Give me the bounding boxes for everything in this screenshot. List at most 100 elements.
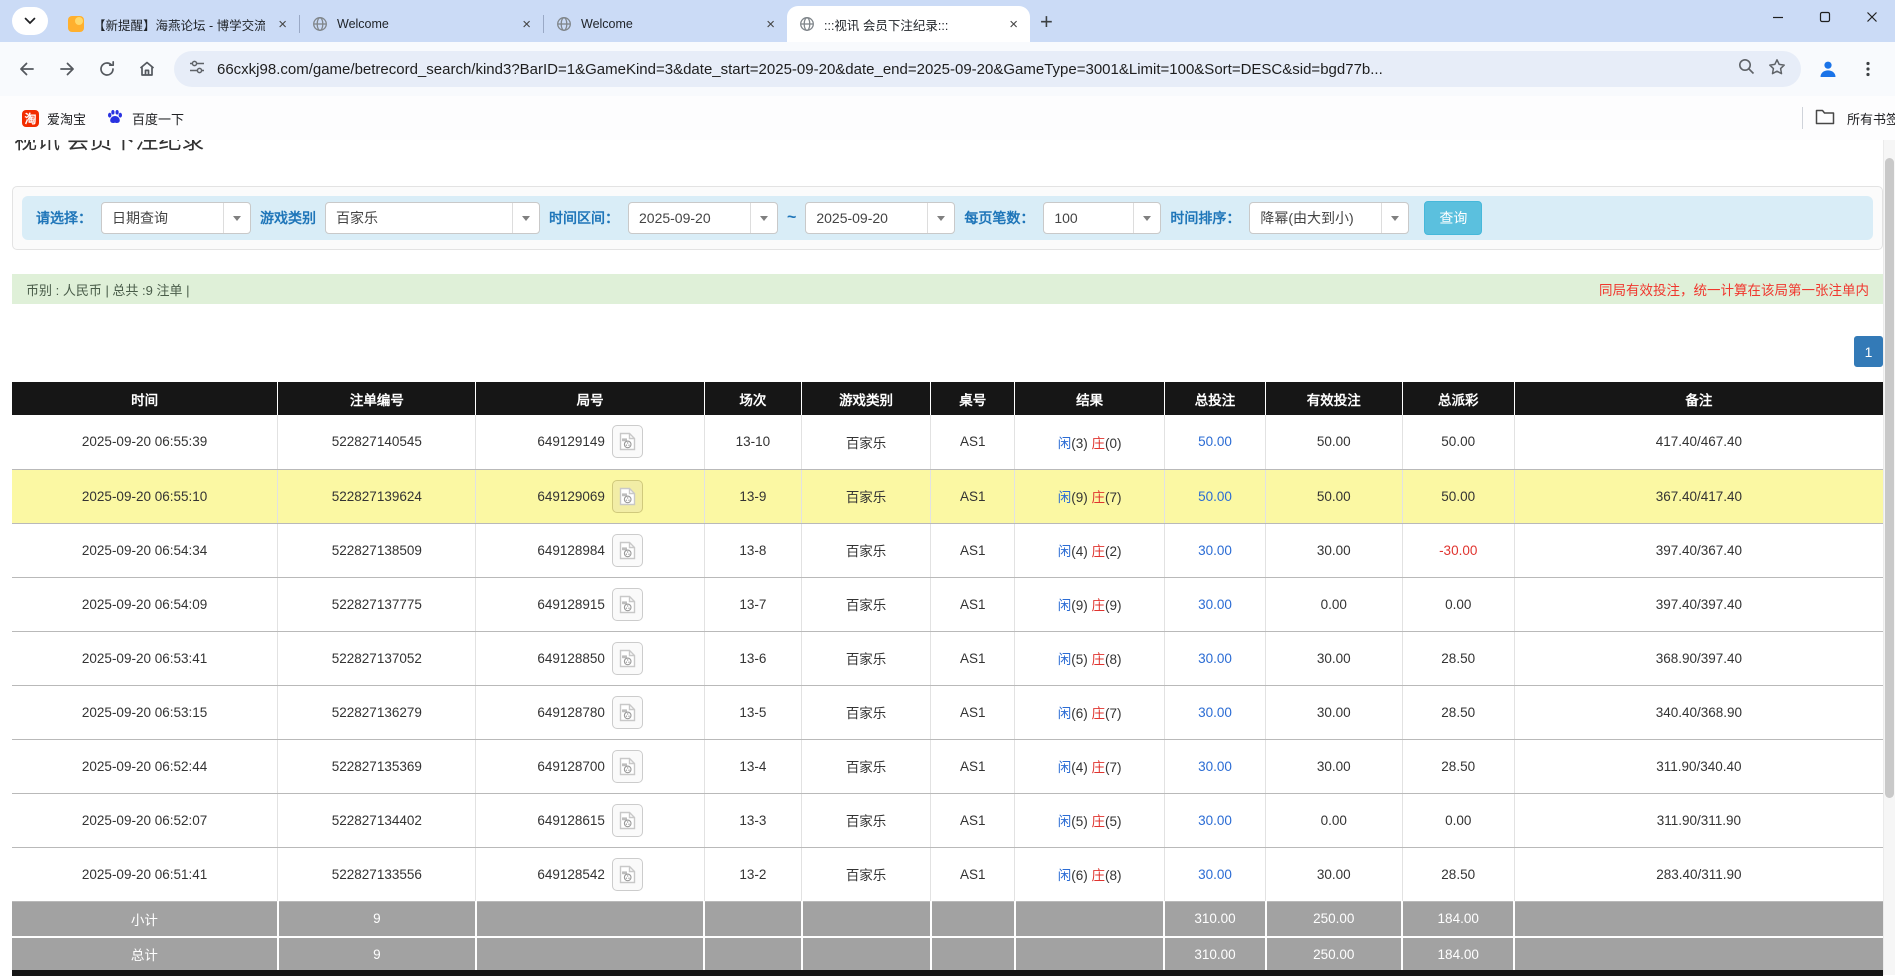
cell-session: 13-6 <box>704 631 801 685</box>
banker-label: 庄 <box>1092 760 1106 775</box>
banker-label: 庄 <box>1092 544 1106 559</box>
total-bet-link[interactable]: 50.00 <box>1198 434 1232 449</box>
close-icon[interactable]: × <box>274 16 291 33</box>
video-icon-button[interactable] <box>612 534 643 567</box>
bookmark-item[interactable]: 淘爱淘宝 <box>12 108 96 129</box>
player-points: (6) <box>1071 706 1091 721</box>
cell-time: 2025-09-20 06:52:07 <box>12 793 278 847</box>
chevron-down-icon <box>24 12 36 30</box>
video-icon-button[interactable] <box>612 480 643 513</box>
tab-title: Welcome <box>337 17 509 31</box>
back-button[interactable] <box>8 50 46 88</box>
total-bet-link[interactable]: 30.00 <box>1198 597 1232 612</box>
home-button[interactable] <box>128 50 166 88</box>
date-start-select[interactable]: 2025-09-20 <box>628 202 778 234</box>
total-bet-link[interactable]: 50.00 <box>1198 489 1232 504</box>
banker-label: 庄 <box>1092 436 1106 451</box>
video-icon-button[interactable] <box>612 804 643 837</box>
cell-time: 2025-09-20 06:51:41 <box>12 847 278 901</box>
total-bet-link[interactable]: 30.00 <box>1198 867 1232 882</box>
minimize-button[interactable] <box>1754 0 1801 34</box>
video-icon-button[interactable] <box>612 425 643 458</box>
all-bookmarks-label[interactable]: 所有书签 <box>1847 109 1895 128</box>
cell-result: 闲(6) 庄(8) <box>1015 847 1165 901</box>
video-icon-button[interactable] <box>612 858 643 891</box>
scrollbar-thumb[interactable] <box>1885 158 1894 798</box>
cell-payout: 50.00 <box>1402 469 1514 523</box>
zoom-icon[interactable] <box>1737 57 1756 81</box>
baidu-icon <box>106 108 124 129</box>
player-points: (3) <box>1071 436 1091 451</box>
player-points: (9) <box>1071 598 1091 613</box>
reload-button[interactable] <box>88 50 126 88</box>
banker-points: (7) <box>1105 490 1122 505</box>
cell-payout: 28.50 <box>1402 847 1514 901</box>
cell-table-no: AS1 <box>931 847 1015 901</box>
total-bet-link[interactable]: 30.00 <box>1198 759 1232 774</box>
date-range-label: 时间区间： <box>549 208 619 228</box>
site-favicon <box>68 16 84 32</box>
video-icon-button[interactable] <box>612 642 643 675</box>
sort-select[interactable]: 降幂(由大到小) <box>1249 202 1409 234</box>
browser-tab[interactable]: Welcome × <box>300 6 543 42</box>
cell-table-no: AS1 <box>931 739 1015 793</box>
round-cell: 649129149 <box>477 425 702 458</box>
url-text[interactable]: 66cxkj98.com/game/betrecord_search/kind3… <box>217 61 1726 78</box>
search-button[interactable]: 查询 <box>1424 201 1482 235</box>
game-type-select[interactable]: 百家乐 <box>325 202 540 234</box>
tab-title: :::视讯 会员下注纪录::: <box>824 15 996 34</box>
address-bar[interactable]: 66cxkj98.com/game/betrecord_search/kind3… <box>174 51 1801 87</box>
total-bet-link[interactable]: 30.00 <box>1198 651 1232 666</box>
table-row: 2025-09-20 06:55:39522827140545649129149… <box>12 415 1883 469</box>
round-cell: 649128542 <box>477 858 702 891</box>
page-1-button[interactable]: 1 <box>1854 336 1883 367</box>
tab-search-button[interactable] <box>12 7 48 35</box>
browser-menu-icon[interactable] <box>1849 50 1887 88</box>
cell-valid-bet: 30.00 <box>1266 685 1403 739</box>
bookmark-item[interactable]: 百度一下 <box>96 108 194 129</box>
cell-payout: 0.00 <box>1402 793 1514 847</box>
round-id-text: 649128615 <box>537 813 605 828</box>
per-page-select[interactable]: 100 <box>1043 202 1161 234</box>
close-icon[interactable]: × <box>762 16 779 33</box>
cell-session: 13-8 <box>704 523 801 577</box>
round-id-text: 649128780 <box>537 705 605 720</box>
close-icon[interactable]: × <box>518 16 535 33</box>
browser-tab[interactable]: :::视讯 会员下注纪录:::× <box>787 6 1030 42</box>
cell-time: 2025-09-20 06:53:15 <box>12 685 278 739</box>
forward-button[interactable] <box>48 50 86 88</box>
bookmark-star-icon[interactable] <box>1767 57 1787 82</box>
cell-session: 13-5 <box>704 685 801 739</box>
table-row: 2025-09-20 06:55:10522827139624649129069… <box>12 469 1883 523</box>
profile-avatar[interactable] <box>1809 50 1847 88</box>
cell-valid-bet: 0.00 <box>1266 577 1403 631</box>
browser-tab[interactable]: 【新提醒】海燕论坛 - 博学交流× <box>56 6 299 42</box>
date-mode-select[interactable]: 日期查询 <box>101 202 251 234</box>
video-icon-button[interactable] <box>612 750 643 783</box>
page-scrollbar[interactable] <box>1883 140 1895 975</box>
total-bet-link[interactable]: 30.00 <box>1198 705 1232 720</box>
banker-points: (7) <box>1105 706 1122 721</box>
close-window-button[interactable] <box>1848 0 1895 34</box>
video-icon-button[interactable] <box>612 696 643 729</box>
chevron-down-icon <box>927 203 954 233</box>
cell-total-bet: 30.00 <box>1164 631 1265 685</box>
table-row: 2025-09-20 06:53:15522827136279649128780… <box>12 685 1883 739</box>
cell-total-bet: 50.00 <box>1164 415 1265 469</box>
total-bet-link[interactable]: 30.00 <box>1198 813 1232 828</box>
maximize-button[interactable] <box>1801 0 1848 34</box>
date-end-select[interactable]: 2025-09-20 <box>805 202 955 234</box>
cell-note: 367.40/417.40 <box>1514 469 1883 523</box>
cell-session: 13-7 <box>704 577 801 631</box>
player-label: 闲 <box>1058 814 1072 829</box>
video-icon-button[interactable] <box>612 588 643 621</box>
browser-tab[interactable]: Welcome× <box>544 6 787 42</box>
close-icon[interactable]: × <box>1005 16 1022 33</box>
new-tab-button[interactable]: + <box>1040 11 1053 33</box>
player-points: (6) <box>1071 868 1091 883</box>
cell-valid-bet: 30.00 <box>1266 523 1403 577</box>
chevron-down-icon <box>1133 203 1160 233</box>
page-content: 视讯 会员下注纪录 请选择： 日期查询 游戏类别 百家乐 时间区间： 2025-… <box>0 140 1895 976</box>
site-settings-icon[interactable] <box>188 58 206 81</box>
total-bet-link[interactable]: 30.00 <box>1198 543 1232 558</box>
